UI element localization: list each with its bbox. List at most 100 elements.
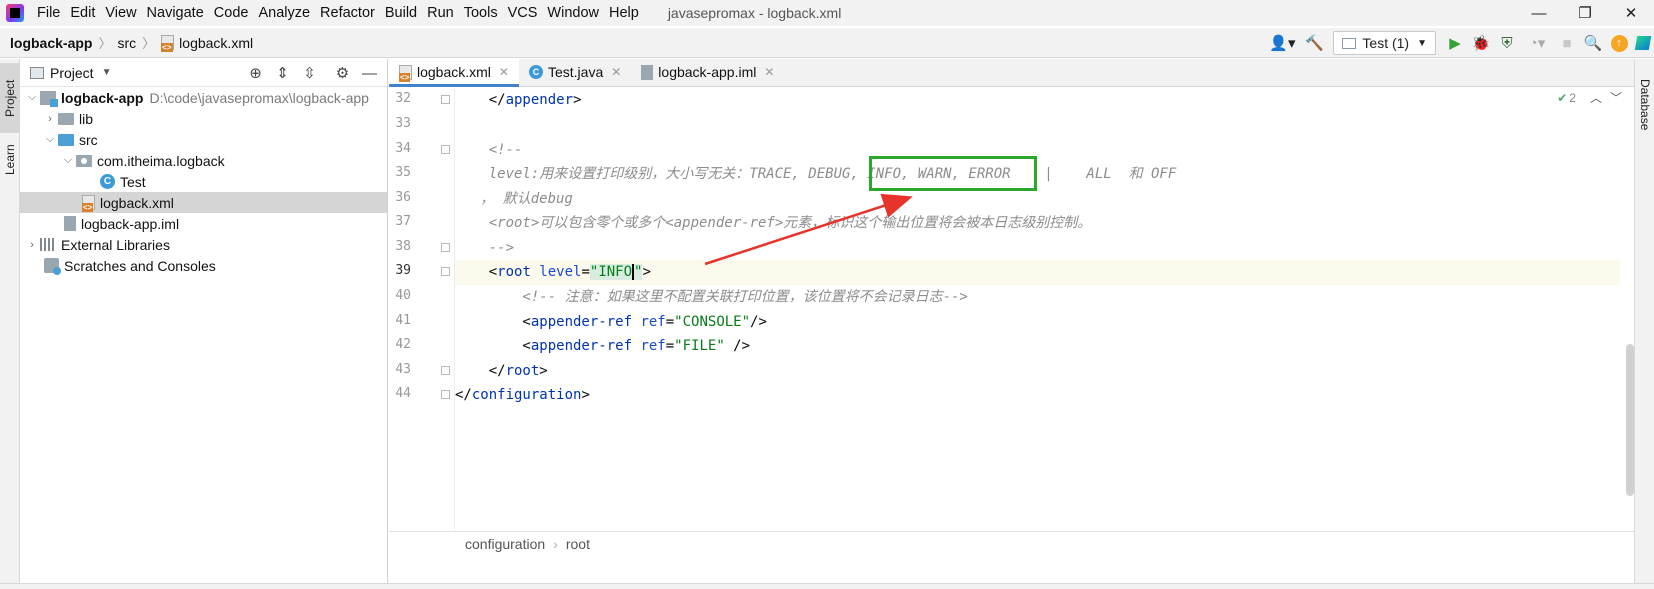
run-config-selector[interactable]: Test (1) ▼ <box>1333 31 1436 55</box>
collapse-all-icon[interactable]: ⇳ <box>296 64 323 82</box>
editor-tab-logback-xml[interactable]: logback.xml ✕ <box>389 58 519 87</box>
menu-edit[interactable]: Edit <box>65 5 100 21</box>
user-icon[interactable]: 👤▾ <box>1263 31 1301 55</box>
locate-icon[interactable]: ⊕ <box>242 64 269 82</box>
chevron-down-icon[interactable]: ⌵ <box>60 154 76 167</box>
chevron-down-icon[interactable]: ▼ <box>102 67 112 78</box>
source-folder-icon <box>58 133 74 146</box>
chevron-down-icon[interactable]: ⌵ <box>24 91 40 104</box>
tool-tab-project[interactable]: Project <box>0 63 20 133</box>
nav-crumb-src[interactable]: src <box>113 35 140 51</box>
code-area[interactable]: </appender> <!-- level:用来设置打印级别，大小写无关：TR… <box>455 88 1620 546</box>
tree-item-iml[interactable]: logback-app.iml <box>20 213 387 234</box>
chevron-up-icon[interactable]: ︿ <box>1590 89 1602 106</box>
fold-marker-icon[interactable] <box>441 390 450 399</box>
menu-tools[interactable]: Tools <box>459 5 503 21</box>
tree-item-logback-xml[interactable]: logback.xml <box>20 192 387 213</box>
java-class-icon: C <box>100 174 115 189</box>
tree-item-test-class[interactable]: C Test <box>20 171 387 192</box>
chevron-down-icon[interactable]: ⌵ <box>42 133 58 146</box>
nav-crumb-project[interactable]: logback-app <box>0 35 96 51</box>
code-token: = <box>581 264 590 280</box>
editor-tab-label: Test.java <box>547 64 604 80</box>
tree-item-src[interactable]: ⌵ src <box>20 129 387 150</box>
code-token: = <box>665 314 675 330</box>
code-token: level <box>530 264 582 280</box>
search-icon[interactable]: 🔍 <box>1580 31 1606 55</box>
chevron-right-icon[interactable]: › <box>42 113 58 125</box>
tree-item-label: External Libraries <box>61 236 170 253</box>
restore-button[interactable]: ❐ <box>1562 0 1608 26</box>
tree-item-external-libraries[interactable]: › External Libraries <box>20 234 387 255</box>
iml-file-icon <box>64 216 76 231</box>
gear-icon[interactable]: ⚙ <box>329 64 356 82</box>
hide-panel-icon[interactable]: — <box>356 65 383 82</box>
code-token: /> <box>724 338 751 354</box>
close-icon[interactable]: ✕ <box>611 65 621 79</box>
chevron-down-icon[interactable]: ﹀ <box>1610 89 1622 106</box>
code-token: < <box>455 314 531 330</box>
expand-all-icon[interactable]: ⇕ <box>269 64 296 82</box>
tree-item-lib[interactable]: › lib <box>20 108 387 129</box>
close-icon[interactable]: ✕ <box>764 65 774 79</box>
coverage-icon[interactable]: ⛨ <box>1494 31 1520 55</box>
menu-refactor[interactable]: Refactor <box>315 5 380 21</box>
menu-analyze[interactable]: Analyze <box>253 5 315 21</box>
code-line-34: <!-- <box>455 142 523 158</box>
menu-code[interactable]: Code <box>209 5 254 21</box>
project-panel-title[interactable]: Project <box>50 65 94 81</box>
menu-run[interactable]: Run <box>422 5 459 21</box>
code-token: appender <box>505 92 574 108</box>
code-token: root <box>497 264 531 280</box>
line-number: 41 <box>395 313 411 328</box>
tree-item-package[interactable]: ⌵ com.itheima.logback <box>20 150 387 171</box>
fold-marker-icon[interactable] <box>441 95 450 104</box>
tool-tab-learn-label: Learn <box>3 144 17 176</box>
tree-item-path: D:\code\javasepromax\logback-app <box>149 89 369 106</box>
fold-marker-icon[interactable] <box>441 366 450 375</box>
editor-tab-iml[interactable]: logback-app.iml ✕ <box>631 58 784 86</box>
menu-file[interactable]: File <box>32 5 65 21</box>
tool-tab-database[interactable]: Database <box>1635 65 1654 145</box>
inspection-count: 2 <box>1569 90 1576 105</box>
fold-marker-icon[interactable] <box>441 145 450 154</box>
tree-item-scratches[interactable]: Scratches and Consoles <box>20 255 387 276</box>
menu-window[interactable]: Window <box>542 5 604 21</box>
profile-icon[interactable]: ◔▾ <box>1520 31 1554 55</box>
close-icon[interactable]: ✕ <box>499 65 509 79</box>
menu-vcs[interactable]: VCS <box>503 5 543 21</box>
breadcrumb-item-configuration[interactable]: configuration <box>465 536 545 552</box>
line-number: 39 <box>395 263 411 278</box>
inspection-widget[interactable]: ✔ 2 ︿ ﹀ <box>1549 89 1622 106</box>
fold-marker-icon[interactable] <box>441 267 450 276</box>
tree-item-label: logback.xml <box>100 194 174 211</box>
tool-tab-learn[interactable]: Learn <box>0 135 20 185</box>
code-with-me-icon[interactable] <box>1632 31 1654 55</box>
title-bar: File Edit View Navigate Code Analyze Ref… <box>0 0 1654 26</box>
code-line-40: <!-- 注意：如果这里不配置关联打印位置，该位置将不会记录日志--> <box>455 289 968 305</box>
code-token: "CONSOLE" <box>674 314 751 330</box>
fold-marker-icon[interactable] <box>441 243 450 252</box>
menu-help[interactable]: Help <box>604 5 644 21</box>
code-token: configuration <box>471 387 582 403</box>
menu-build[interactable]: Build <box>380 5 422 21</box>
nav-crumb-file[interactable]: logback.xml <box>157 35 257 52</box>
editor-tab-test-java[interactable]: C Test.java ✕ <box>519 58 631 86</box>
vertical-scrollbar[interactable] <box>1626 344 1634 496</box>
close-button[interactable]: ✕ <box>1608 0 1654 26</box>
code-token: </ <box>455 92 506 108</box>
update-icon[interactable]: ↑ <box>1606 31 1632 55</box>
menu-view[interactable]: View <box>100 5 141 21</box>
tree-item-logback-app[interactable]: ⌵ logback-app D:\code\javasepromax\logba… <box>20 87 387 108</box>
build-hammer-icon[interactable]: 🔨 <box>1301 31 1327 55</box>
editor-breadcrumb: configuration › root <box>389 531 1634 555</box>
stop-icon[interactable]: ■ <box>1554 31 1580 55</box>
menu-navigate[interactable]: Navigate <box>142 5 209 21</box>
code-line-44: </configuration> <box>455 383 1620 408</box>
chevron-right-icon[interactable]: › <box>24 239 40 251</box>
debug-icon[interactable]: 🐞 <box>1468 31 1494 55</box>
breadcrumb-item-root[interactable]: root <box>566 536 590 552</box>
code-line-38: --> <box>455 240 515 256</box>
minimize-button[interactable]: — <box>1516 0 1562 26</box>
run-icon[interactable]: ▶ <box>1442 31 1468 55</box>
